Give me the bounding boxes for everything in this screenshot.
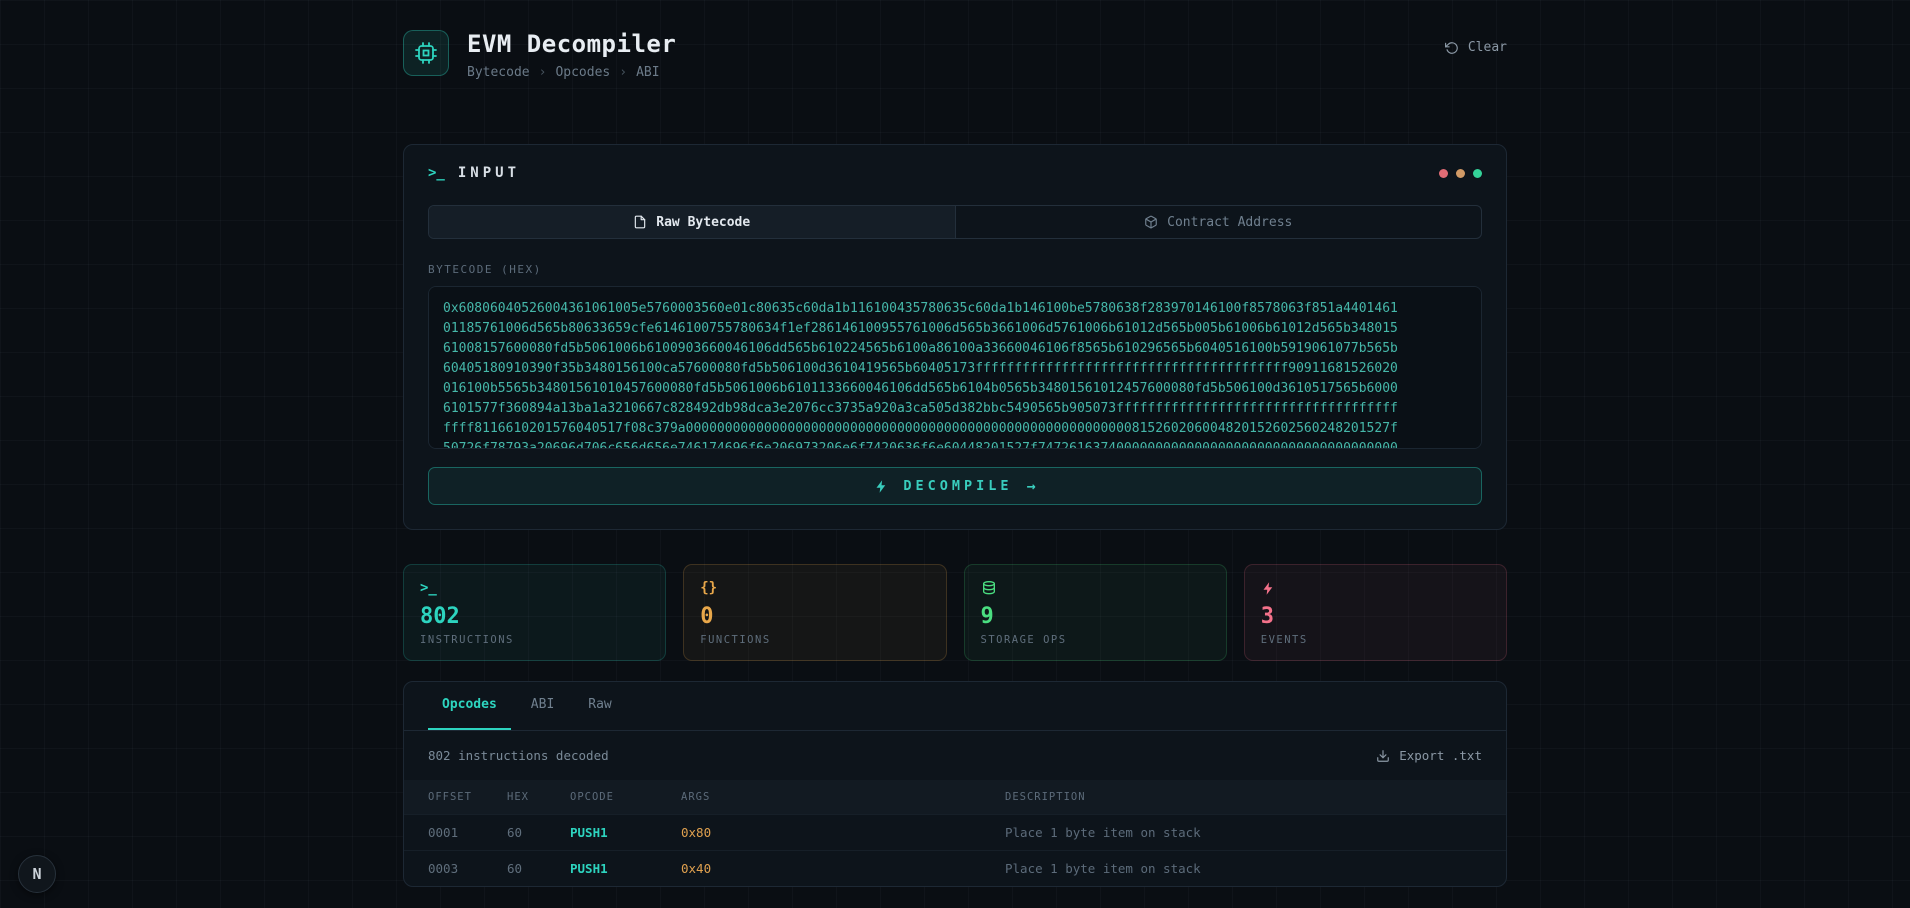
breadcrumb-separator: ›	[539, 65, 547, 80]
braces-icon: {}	[700, 579, 929, 597]
window-dot-yellow	[1456, 169, 1465, 178]
col-header-offset: OFFSET	[428, 791, 507, 803]
page-title: EVM Decompiler	[467, 30, 676, 58]
cell-hex: 60	[507, 861, 570, 876]
cube-icon	[1144, 215, 1158, 229]
bytecode-input[interactable]: 0x60806040526004361061005e5760003560e01c…	[428, 286, 1482, 449]
results-tabbar: Opcodes ABI Raw	[404, 682, 1506, 731]
breadcrumb-item-bytecode: Bytecode	[467, 65, 530, 80]
cell-args: 0x80	[681, 825, 1005, 840]
title-wrap: EVM Decompiler Bytecode › Opcodes › ABI	[467, 30, 676, 80]
tab-raw-bytecode[interactable]: Raw Bytecode	[429, 206, 955, 238]
breadcrumb-item-abi: ABI	[636, 65, 659, 80]
bolt-icon	[1261, 579, 1490, 597]
export-txt-button[interactable]: Export .txt	[1376, 748, 1482, 763]
cell-description: Place 1 byte item on stack	[1005, 825, 1482, 840]
download-icon	[1376, 749, 1390, 763]
window-dots	[1439, 169, 1482, 178]
stat-value-instructions: 802	[420, 604, 649, 629]
stat-value-storage-ops: 9	[981, 604, 1210, 629]
floating-n-badge[interactable]: N	[18, 855, 56, 893]
input-panel: >_ INPUT Raw Bytecode	[403, 144, 1507, 530]
input-mode-tabs: Raw Bytecode Contract Address	[428, 205, 1482, 239]
stat-card-functions: {} 0 FUNCTIONS	[683, 564, 946, 661]
stat-label-instructions: INSTRUCTIONS	[420, 634, 649, 646]
tab-contract-address-label: Contract Address	[1167, 215, 1292, 230]
stat-value-events: 3	[1261, 604, 1490, 629]
app-logo	[403, 30, 449, 76]
input-panel-title: INPUT	[458, 165, 520, 181]
window-dot-green	[1473, 169, 1482, 178]
tab-contract-address[interactable]: Contract Address	[955, 206, 1482, 238]
results-status-row: 802 instructions decoded Export .txt	[404, 731, 1506, 780]
stat-label-storage-ops: STORAGE OPS	[981, 634, 1210, 646]
stats-row: >_ 802 INSTRUCTIONS {} 0 FUNCTIONS 9 STO…	[403, 564, 1507, 661]
cell-description: Place 1 byte item on stack	[1005, 861, 1482, 876]
input-panel-header: >_ INPUT	[428, 165, 1482, 181]
stat-card-events: 3 EVENTS	[1244, 564, 1507, 661]
reset-icon	[1445, 41, 1459, 55]
col-header-opcode: OPCODE	[570, 791, 681, 803]
results-panel: Opcodes ABI Raw 802 instructions decoded…	[403, 681, 1507, 887]
export-txt-label: Export .txt	[1399, 748, 1482, 763]
table-header-row: OFFSET HEX OPCODE ARGS DESCRIPTION	[404, 780, 1506, 814]
cell-opcode: PUSH1	[570, 825, 681, 840]
cell-hex: 60	[507, 825, 570, 840]
app-header: EVM Decompiler Bytecode › Opcodes › ABI …	[403, 0, 1507, 80]
opcode-table: OFFSET HEX OPCODE ARGS DESCRIPTION 0001 …	[404, 780, 1506, 886]
decoded-count-text: 802 instructions decoded	[428, 748, 609, 763]
decompile-button-label: DECOMPILE	[903, 478, 1012, 494]
tab-raw-bytecode-label: Raw Bytecode	[656, 215, 750, 230]
stat-card-storage-ops: 9 STORAGE OPS	[964, 564, 1227, 661]
col-header-args: ARGS	[681, 791, 1005, 803]
stat-label-functions: FUNCTIONS	[700, 634, 929, 646]
stat-card-instructions: >_ 802 INSTRUCTIONS	[403, 564, 666, 661]
tab-abi[interactable]: ABI	[517, 682, 568, 730]
table-row[interactable]: 0001 60 PUSH1 0x80 Place 1 byte item on …	[404, 814, 1506, 850]
breadcrumb: Bytecode › Opcodes › ABI	[467, 65, 676, 80]
stat-value-functions: 0	[700, 604, 929, 629]
tab-opcodes[interactable]: Opcodes	[428, 682, 511, 730]
page-container: EVM Decompiler Bytecode › Opcodes › ABI …	[403, 0, 1507, 887]
clear-button[interactable]: Clear	[1445, 40, 1507, 55]
floating-n-badge-label: N	[32, 865, 41, 883]
col-header-description: DESCRIPTION	[1005, 791, 1482, 803]
window-dot-red	[1439, 169, 1448, 178]
file-icon	[633, 215, 647, 229]
col-header-hex: HEX	[507, 791, 570, 803]
cell-offset: 0001	[428, 825, 507, 840]
breadcrumb-item-opcodes: Opcodes	[555, 65, 610, 80]
cell-offset: 0003	[428, 861, 507, 876]
database-icon	[981, 579, 1210, 597]
table-row[interactable]: 0003 60 PUSH1 0x40 Place 1 byte item on …	[404, 850, 1506, 886]
bytecode-field-label: BYTECODE (HEX)	[428, 263, 1482, 276]
terminal-prompt-icon: >_	[428, 165, 445, 181]
cell-opcode: PUSH1	[570, 861, 681, 876]
decompile-button[interactable]: DECOMPILE →	[428, 467, 1482, 505]
breadcrumb-separator: ›	[619, 65, 627, 80]
bolt-icon	[874, 479, 889, 494]
tab-raw[interactable]: Raw	[574, 682, 625, 730]
cell-args: 0x40	[681, 861, 1005, 876]
chip-icon	[414, 41, 438, 65]
arrow-right-icon: →	[1027, 477, 1036, 495]
stat-label-events: EVENTS	[1261, 634, 1490, 646]
clear-button-label: Clear	[1468, 40, 1507, 55]
terminal-prompt-icon: >_	[420, 579, 649, 597]
